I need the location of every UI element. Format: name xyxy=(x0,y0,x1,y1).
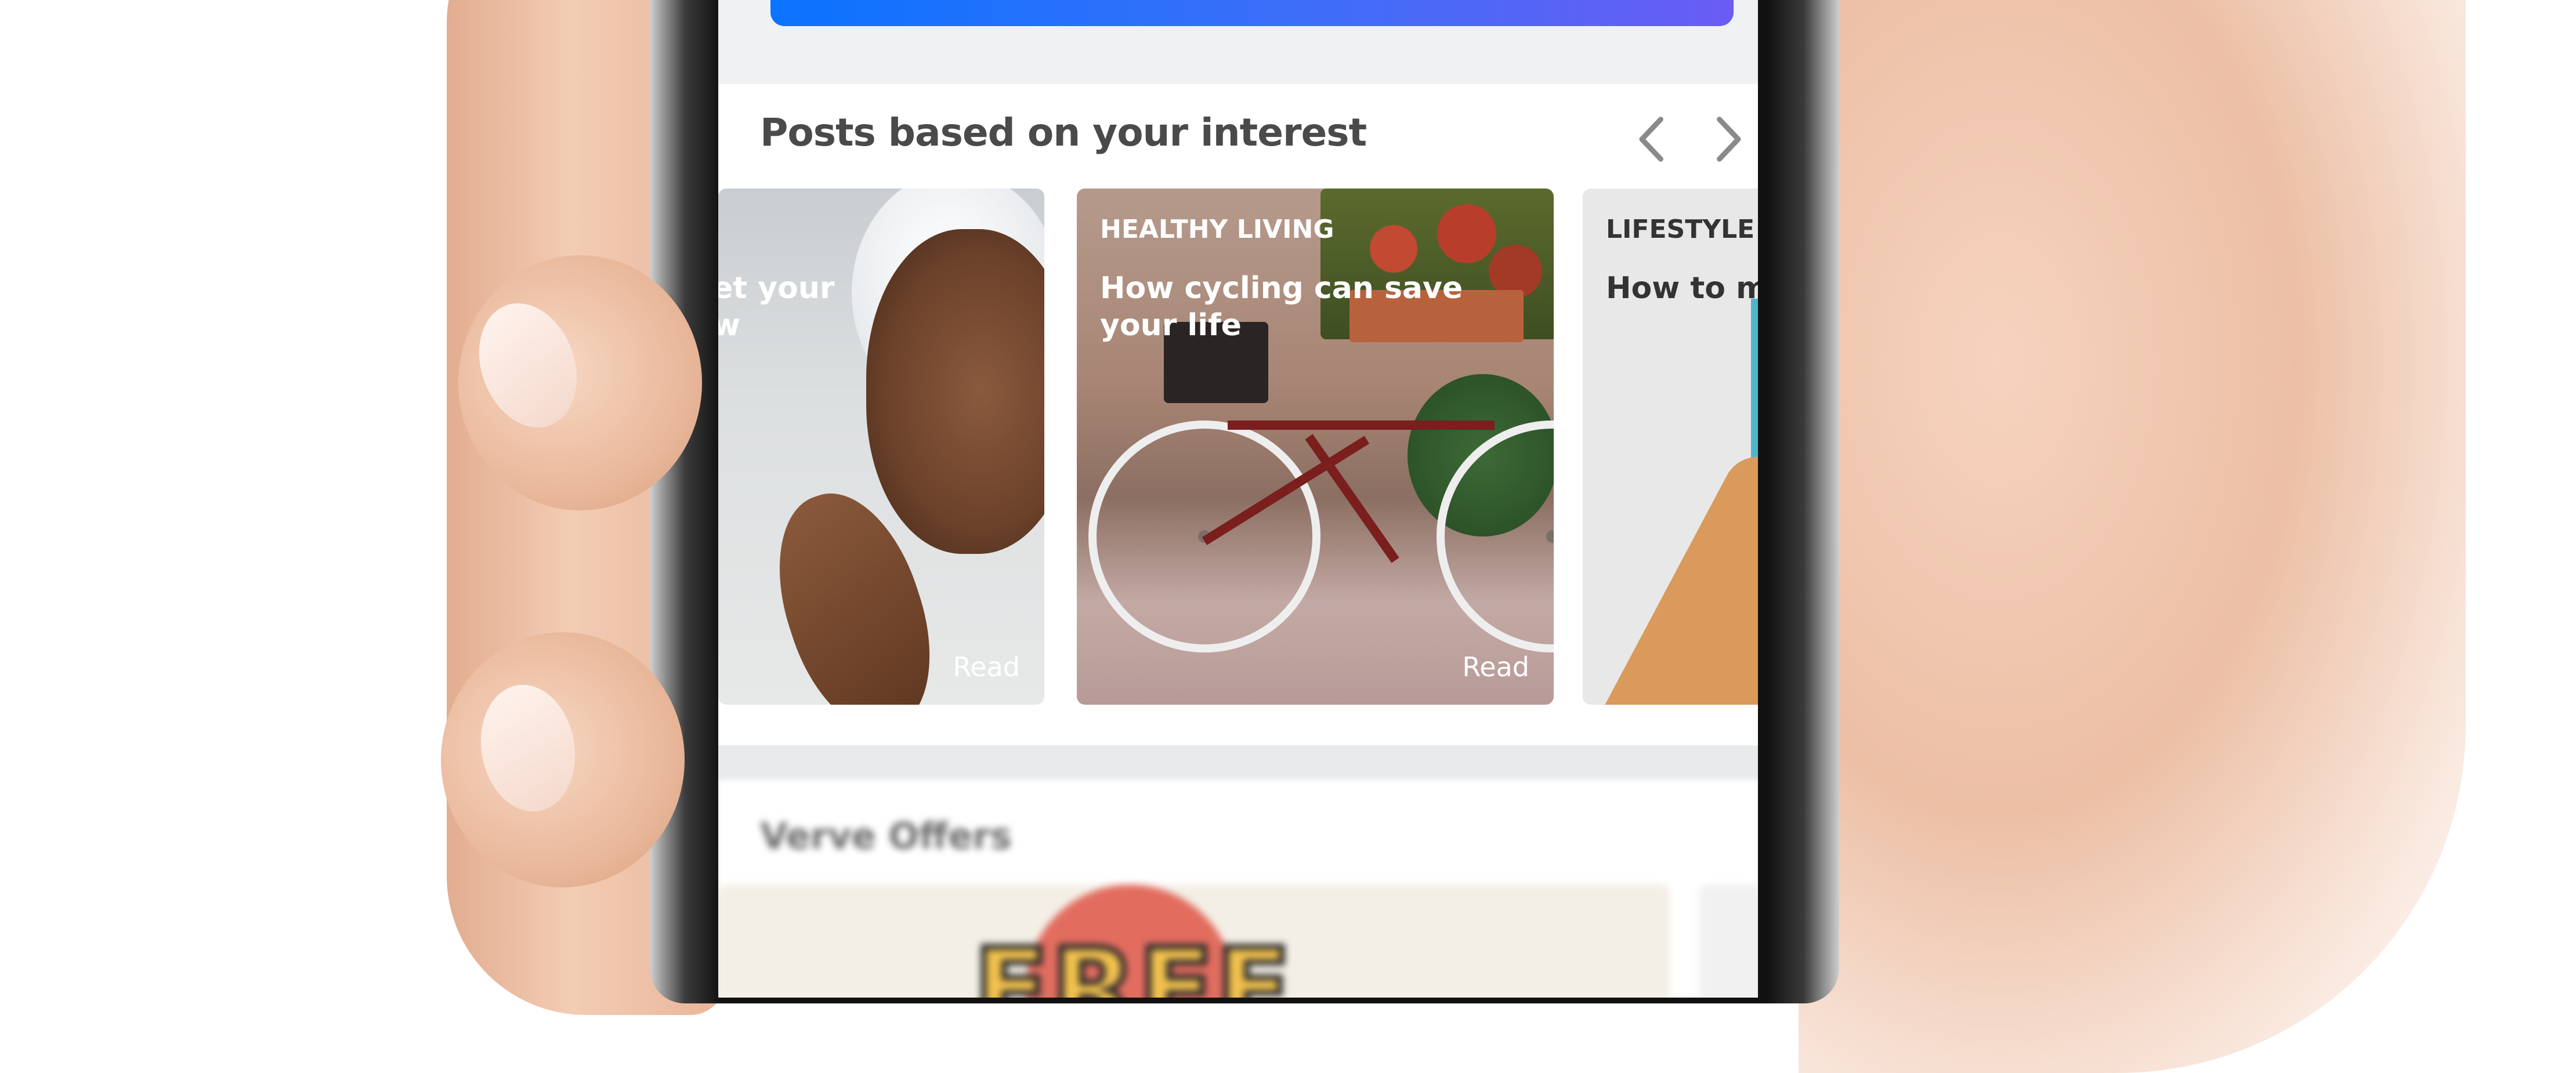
post-image xyxy=(1590,444,1758,705)
posts-section: Posts based on your interest et your w R… xyxy=(718,84,1758,745)
post-category: LIFESTYLE xyxy=(1606,215,1755,244)
finger-image xyxy=(441,632,685,887)
post-category: HEALTHY LIVING xyxy=(1100,215,1334,244)
offer-banner[interactable]: FREE xyxy=(718,884,1670,998)
primary-cta-button[interactable] xyxy=(770,0,1734,26)
read-link[interactable]: Read xyxy=(953,651,1020,683)
read-link[interactable]: Read xyxy=(1462,651,1529,683)
post-title: How cycling can save your life xyxy=(1100,271,1463,343)
phone-screen: Posts based on your interest et your w R… xyxy=(718,0,1758,998)
post-title: How to mo xyxy=(1606,271,1758,306)
section-divider xyxy=(718,745,1758,780)
finger-image xyxy=(458,255,702,510)
posts-section-title: Posts based on your interest xyxy=(760,110,1367,155)
offer-banner-text: FREE xyxy=(971,922,1294,998)
post-title: et your w xyxy=(718,271,835,343)
right-hand-image xyxy=(1799,0,2466,1073)
offer-banner[interactable] xyxy=(1699,884,1758,998)
chevron-right-icon[interactable] xyxy=(1705,113,1751,165)
offers-section: Verve Offers FREE xyxy=(718,780,1758,998)
post-card-skincare[interactable]: et your w Read xyxy=(718,188,1044,705)
post-card-cycling[interactable]: HEALTHY LIVING How cycling can save your… xyxy=(1077,188,1554,705)
chevron-left-icon[interactable] xyxy=(1629,113,1676,165)
post-card-lifestyle[interactable]: LIFESTYLE How to mo xyxy=(1583,188,1758,705)
offers-section-title: Verve Offers xyxy=(760,815,1012,857)
